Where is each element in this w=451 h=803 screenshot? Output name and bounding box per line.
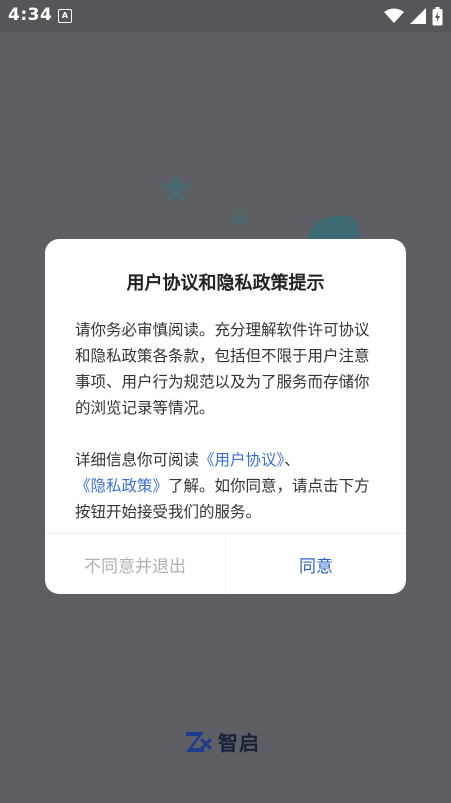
brand: 智启 [184, 727, 260, 756]
brand-name: 智启 [218, 731, 260, 755]
status-bar: 4:34 A [0, 0, 451, 32]
notification-icon: A [58, 9, 72, 23]
dialog-paragraph-2: 详细信息你可阅读《用户协议》、《隐私政策》了解。如你同意，请点击下方按钮开始接受… [75, 447, 380, 525]
privacy-dialog: 用户协议和隐私政策提示 请你务必审慎阅读。充分理解软件许可协议和隐私政策各条款，… [45, 239, 406, 594]
signal-icon [410, 8, 426, 24]
paragraph-2-separator: 、 [284, 451, 300, 469]
wifi-icon [384, 8, 404, 23]
dialog-paragraph-1: 请你务必审慎阅读。充分理解软件许可协议和隐私政策各条款，包括但不限于用户注意事项… [75, 321, 370, 417]
background-sparkle-icon [160, 172, 192, 204]
agree-button[interactable]: 同意 [226, 534, 406, 594]
background-star-icon [229, 208, 251, 230]
disagree-exit-button[interactable]: 不同意并退出 [45, 534, 226, 594]
paragraph-2-prefix: 详细信息你可阅读 [75, 451, 200, 469]
brand-logo-icon [186, 731, 212, 752]
status-icons [384, 6, 443, 26]
dialog-body: 请你务必审慎阅读。充分理解软件许可协议和隐私政策各条款，包括但不限于用户注意事项… [75, 317, 380, 525]
privacy-policy-link[interactable]: 《隐私政策》 [75, 477, 168, 495]
status-time: 4:34 [8, 5, 53, 25]
user-agreement-link[interactable]: 《用户协议》 [199, 451, 284, 469]
battery-charging-icon [432, 6, 443, 25]
dialog-title: 用户协议和隐私政策提示 [126, 273, 325, 294]
dialog-button-row: 不同意并退出 同意 [45, 533, 406, 594]
